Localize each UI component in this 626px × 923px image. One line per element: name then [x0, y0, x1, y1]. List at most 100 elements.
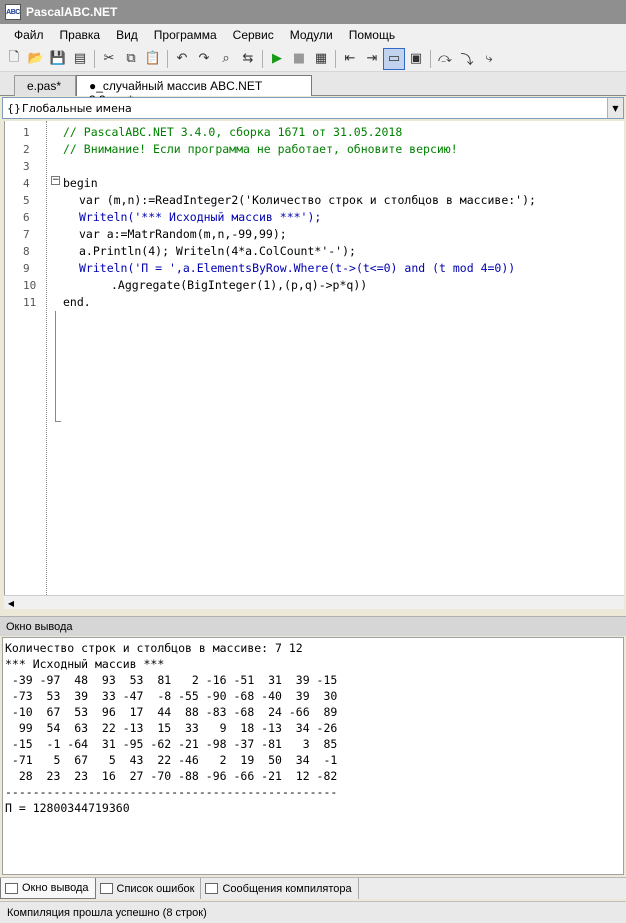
scope-value: Глобальные имена	[22, 101, 132, 115]
code-line: 8 a.Println(4); Writeln(4*a.ColCount*'-')…	[5, 243, 625, 260]
menu-item[interactable]: Сервис	[225, 28, 282, 42]
code-editor[interactable]: − 1// PascalABC.NET 3.4.0, сборка 1671 о…	[4, 121, 624, 595]
paste-icon[interactable]: 📋	[142, 48, 164, 70]
code-line: 2 // Внимание! Если программа не работает…	[5, 141, 625, 158]
code-line: 1 // PascalABC.NET 3.4.0, сборка 1671 от …	[5, 124, 625, 141]
replace-icon[interactable]: ⇆	[237, 48, 259, 70]
toolbar-separator	[94, 49, 95, 68]
editor-tabs: e.pas* ●_случайный массив ABC.NET 3.3.pa…	[0, 72, 626, 107]
window-title: PascalABC.NET	[26, 5, 118, 19]
code-text: begin	[63, 176, 98, 190]
code-text: // PascalABC.NET 3.4.0, сборка 1671 от 3…	[63, 125, 403, 139]
line-number: 11	[23, 296, 37, 309]
copy-icon[interactable]: ⧉	[120, 48, 142, 70]
undo-icon[interactable]: ↶	[171, 48, 193, 70]
bottom-tab[interactable]: Сообщения компилятора	[201, 878, 359, 899]
toolbar-separator	[167, 49, 168, 68]
menu-item[interactable]: Файл	[6, 28, 52, 42]
output-panel-title: Окно вывода	[0, 616, 626, 636]
output-line: -10 67 53 96 17 44 88 -83 -68 24 -66 89	[5, 705, 338, 719]
line-number: 3	[23, 160, 30, 173]
scroll-left-icon[interactable]: ◀	[5, 597, 17, 609]
output-line: 28 23 23 16 27 -70 -88 -96 -66 -21 12 -8…	[5, 769, 338, 783]
save-icon[interactable]: 💾	[47, 48, 69, 70]
line-number: 4	[23, 177, 30, 190]
output-line: -73 53 39 33 -47 -8 -55 -90 -68 -40 39 3…	[5, 689, 338, 703]
toolbar-separator	[335, 49, 336, 68]
output-line: -71 5 67 5 43 22 -46 2 19 50 34 -1	[5, 753, 338, 767]
code-text: Writeln('*** Исходный массив ***');	[79, 210, 322, 224]
form-designer-icon[interactable]: ▣	[405, 48, 427, 70]
step-into-icon[interactable]: ⤵	[456, 48, 478, 70]
code-text: var a:=MatrRandom(m,n,-99,99);	[79, 227, 287, 241]
output-line: *** Исходный массив ***	[5, 657, 165, 671]
line-number: 10	[23, 279, 37, 292]
save-all-icon[interactable]: ▤	[69, 48, 91, 70]
code-text: end.	[63, 295, 91, 309]
menu-bar: Файл Правка Вид Программа Сервис Модули Помощь	[0, 24, 626, 46]
compile-icon[interactable]: ▦	[310, 48, 332, 70]
title-bar: ABC PascalABC.NET	[0, 0, 626, 24]
redo-icon[interactable]: ↷	[193, 48, 215, 70]
tab-e-pas[interactable]: e.pas*	[14, 75, 76, 96]
new-file-icon[interactable]: 🗋	[3, 48, 25, 70]
chevron-down-icon[interactable]: ▼	[607, 98, 623, 118]
fold-line	[55, 311, 56, 421]
line-number: 8	[23, 245, 30, 258]
bottom-tab[interactable]: Окно вывода	[0, 878, 96, 899]
output-line: 99 54 63 22 -13 15 33 9 18 -13 34 -26	[5, 721, 338, 735]
toolbar-separator	[262, 49, 263, 68]
code-line: 4 begin	[5, 175, 625, 192]
menu-item[interactable]: Правка	[52, 28, 109, 42]
bottom-tab[interactable]: Список ошибок	[96, 878, 202, 899]
output-window[interactable]: Количество строк и столбцов в массиве: 7…	[2, 637, 624, 875]
output-line: -39 -97 48 93 53 81 2 -16 -51 31 39 -15	[5, 673, 338, 687]
code-line: 10 .Aggregate(BigInteger(1),(p,q)->p*q))	[5, 277, 625, 294]
app-icon: ABC	[5, 4, 21, 20]
line-number: 1	[23, 126, 30, 139]
run-to-cursor-icon[interactable]: ⤷	[478, 48, 500, 70]
find-icon[interactable]: ⌕	[215, 48, 237, 70]
indent-icon[interactable]: ⇤	[339, 48, 361, 70]
code-line: 3	[5, 158, 625, 175]
console-icon[interactable]: ▭	[383, 47, 405, 70]
stop-icon[interactable]: ■	[288, 48, 310, 70]
menu-item[interactable]: Программа	[146, 28, 225, 42]
line-number: 6	[23, 211, 30, 224]
code-line: 5 var (m,n):=ReadInteger2('Количество стр…	[5, 192, 625, 209]
code-line: 11 end.	[5, 294, 625, 311]
error-list-icon	[99, 883, 113, 894]
toolbar: 🗋 📂 💾 ▤ ✂ ⧉ 📋 ↶ ↷ ⌕ ⇆ ▶ ■ ▦ ⇤ ⇥ ▭ ▣ ⤼ ⤵ ⤷	[0, 46, 626, 72]
code-text: var (m,n):=ReadInteger2('Количество стро…	[79, 193, 536, 207]
status-bar: Компиляция прошла успешно (8 строк)	[0, 901, 626, 923]
output-line: ----------------------------------------…	[5, 785, 338, 799]
tab-active-file[interactable]: ●_случайный массив ABC.NET 3.3.pas*	[76, 75, 312, 107]
menu-item[interactable]: Вид	[108, 28, 146, 42]
toolbar-separator	[430, 49, 431, 68]
output-line: П = 12800344719360	[5, 801, 130, 815]
code-line: 9 Writeln('П = ',a.ElementsByRow.Where(t-…	[5, 260, 625, 277]
run-icon[interactable]: ▶	[266, 48, 288, 70]
step-over-icon[interactable]: ⤼	[434, 48, 456, 70]
bottom-tab-label: Список ошибок	[116, 882, 195, 895]
horizontal-scrollbar[interactable]: ◀	[4, 595, 624, 609]
bottom-tab-label: Окно вывода	[22, 882, 89, 894]
output-line: -15 -1 -64 31 -95 -62 -21 -98 -37 -81 3 …	[5, 737, 338, 751]
line-number: 7	[23, 228, 30, 241]
menu-item[interactable]: Модули	[282, 28, 341, 42]
bottom-tab-label: Сообщения компилятора	[222, 882, 352, 895]
menu-item[interactable]: Помощь	[341, 28, 403, 42]
compiler-messages-icon	[205, 883, 219, 894]
output-line: Количество строк и столбцов в массиве: 7…	[5, 641, 303, 655]
outdent-icon[interactable]: ⇥	[361, 48, 383, 70]
status-text: Компиляция прошла успешно (8 строк)	[7, 906, 207, 919]
code-text: Writeln('П = ',a.ElementsByRow.Where(t->…	[79, 261, 516, 275]
scope-selector[interactable]: {} Глобальные имена ▼	[2, 97, 624, 119]
code-text: // Внимание! Если программа не работает,…	[63, 142, 458, 156]
line-number: 2	[23, 143, 30, 156]
code-text: a.Println(4); Writeln(4*a.ColCount*'-');	[79, 244, 356, 258]
cut-icon[interactable]: ✂	[98, 48, 120, 70]
fold-line-end	[55, 421, 61, 422]
open-folder-icon[interactable]: 📂	[25, 48, 47, 70]
output-window-icon	[5, 882, 18, 894]
